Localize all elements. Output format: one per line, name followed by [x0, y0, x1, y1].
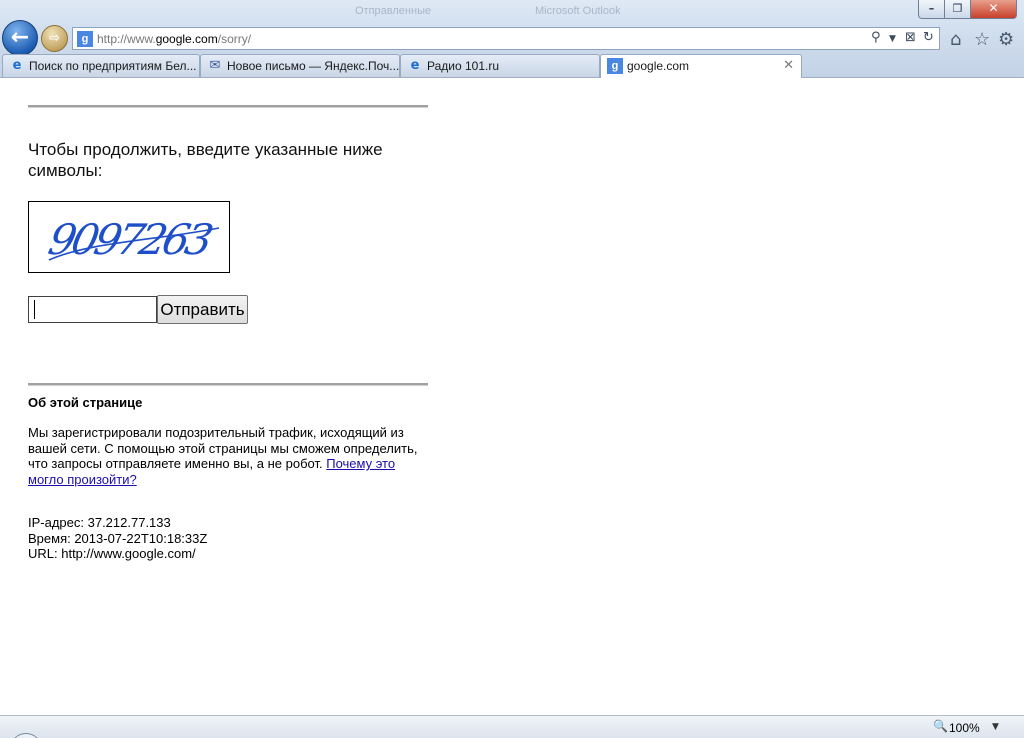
submit-button[interactable]: Отправить [157, 295, 248, 324]
ie-icon: e [410, 58, 420, 73]
url-prefix: http://www. [97, 32, 156, 46]
ie-icon: e [12, 58, 22, 73]
request-info: IP-адрес: 37.212.77.133 Время: 2013-07-2… [28, 515, 207, 562]
zoom-level[interactable]: 100% [949, 721, 980, 735]
browser-window: Отправленные Microsoft Outlook – ❐ ✕ ← ⇨… [0, 0, 1024, 738]
url-text[interactable]: http://www.google.com/sorry/ [97, 32, 251, 46]
tab-label: Радио 101.ru [427, 59, 500, 73]
home-icon[interactable]: ⌂ [950, 29, 961, 50]
about-paragraph: Мы зарегистрировали подозрительный трафи… [28, 425, 423, 487]
time-line: Время: 2013-07-22T10:18:33Z [28, 530, 208, 546]
tab-label: Новое письмо — Яндекс.Поч... [227, 59, 400, 73]
back-button[interactable]: ← [2, 20, 38, 56]
page-title: Чтобы продолжить, введите указанные ниже… [28, 140, 383, 180]
google-favicon-icon: g [607, 58, 623, 74]
minimize-button[interactable]: – [918, 0, 945, 19]
close-icon[interactable]: ✕ [783, 58, 794, 73]
text-caret [34, 300, 35, 319]
url-line: URL: http://www.google.com/ [28, 546, 196, 561]
captcha-graphic: 9097263 [44, 216, 220, 265]
url-domain: google.com [155, 32, 218, 46]
title-ghost-text: Отправленные [355, 5, 432, 17]
tab-2[interactable]: ✉ Новое письмо — Яндекс.Поч... [200, 54, 400, 77]
globe-icon [10, 733, 42, 738]
tab-label: Поиск по предприятиям Бел... [29, 59, 197, 73]
arrow-right-icon: ⇨ [49, 31, 60, 46]
search-icon[interactable]: ⚲ [871, 30, 881, 45]
tab-3[interactable]: e Радио 101.ru [400, 54, 600, 77]
chevron-down-icon[interactable]: ▼ [889, 34, 896, 44]
tab-active[interactable]: g google.com ✕ [600, 54, 802, 78]
url-suffix: /sorry/ [217, 32, 252, 46]
zoom-icon[interactable]: 🔍 [933, 719, 948, 733]
chevron-down-icon[interactable]: ▼ [992, 722, 999, 732]
ip-address-line: IP-адрес: 37.212.77.133 [28, 515, 171, 530]
about-heading: Об этой странице [28, 395, 143, 410]
refresh-icon[interactable]: ↻ [923, 30, 934, 45]
tab-label: google.com [627, 59, 690, 73]
mail-icon: ✉ [209, 58, 221, 73]
tab-strip: e Поиск по предприятиям Бел... ✉ Новое п… [0, 54, 830, 78]
address-bar[interactable]: g http://www.google.com/sorry/ ⚲ ▼ ⊠ ↻ [72, 27, 940, 50]
google-favicon-icon: g [77, 31, 93, 47]
title-bar-ghost: Отправленные Microsoft Outlook [0, 0, 1024, 24]
favorites-star-icon[interactable]: ☆ [974, 29, 990, 50]
captcha-text: 9097263 [44, 216, 215, 264]
title-ghost-text: Microsoft Outlook [535, 5, 621, 17]
close-window-button[interactable]: ✕ [970, 0, 1017, 19]
compatibility-view-icon[interactable]: ⊠ [905, 30, 916, 45]
maximize-button[interactable]: ❐ [944, 0, 971, 19]
divider [28, 383, 428, 386]
tab-1[interactable]: e Поиск по предприятиям Бел... [2, 54, 200, 77]
forward-button[interactable]: ⇨ [41, 25, 68, 52]
gear-icon[interactable]: ⚙ [998, 29, 1014, 50]
status-bar: 🔍 100% ▼ [0, 715, 1024, 738]
page-content: Чтобы продолжить, введите указанные ниже… [0, 78, 1024, 715]
captcha-input[interactable] [28, 296, 157, 323]
arrow-left-icon: ← [10, 25, 30, 50]
divider [28, 105, 428, 108]
browser-chrome: Отправленные Microsoft Outlook – ❐ ✕ ← ⇨… [0, 0, 1024, 78]
captcha-image: 9097263 [28, 201, 230, 273]
